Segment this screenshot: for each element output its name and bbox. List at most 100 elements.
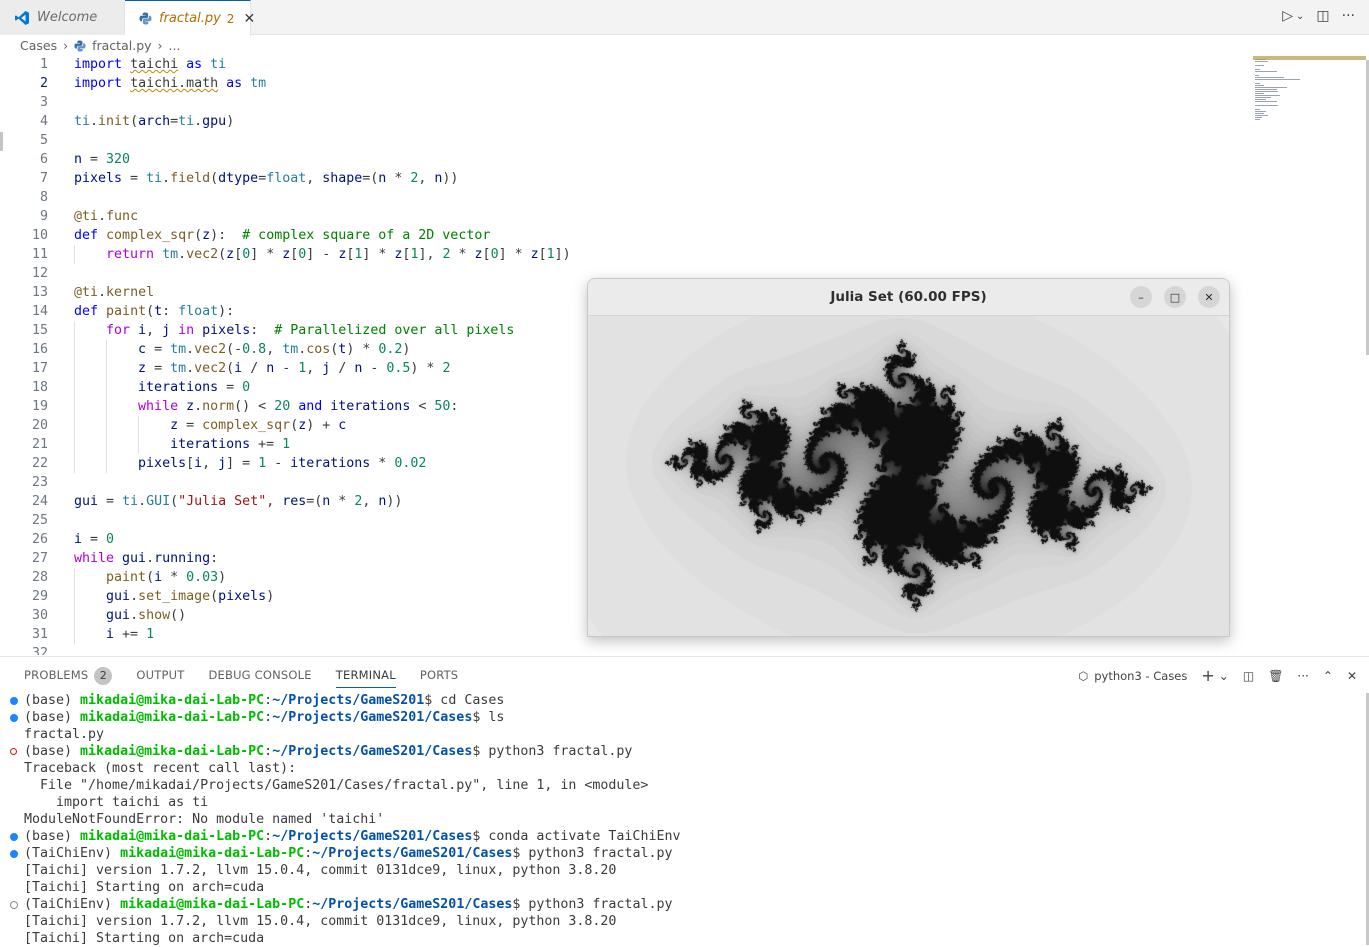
code-token: gui — [106, 608, 131, 623]
julia-set-window[interactable]: Julia Set (60.00 FPS) – □ ✕ — [587, 278, 1230, 637]
trash-icon[interactable]: 🗑 — [1268, 669, 1283, 683]
code-token: running — [154, 551, 211, 566]
terminal-selector[interactable]: ⬡ python3 - Cases — [1078, 669, 1187, 683]
line-number: 30 — [31, 608, 48, 623]
chevron-right-icon: › — [63, 38, 69, 53]
code-token: , — [306, 361, 323, 376]
tab-debug-console[interactable]: DEBUG CONSOLE — [208, 665, 311, 687]
chevron-down-icon[interactable]: ⌄ — [1219, 669, 1229, 683]
code-token: iterations — [170, 437, 251, 452]
code-token: ( — [170, 494, 179, 509]
close-button[interactable]: ✕ — [1198, 286, 1220, 308]
code-token: while — [74, 551, 115, 566]
tab-output[interactable]: OUTPUT — [136, 665, 184, 687]
code-token: () — [170, 608, 187, 623]
python-file-icon — [74, 39, 86, 52]
indent-guide — [74, 321, 75, 473]
minimap-slider[interactable] — [1253, 56, 1366, 60]
code-token: = — [218, 380, 243, 395]
tab-label: Welcome — [37, 10, 98, 25]
split-terminal-icon[interactable]: ◫ — [1243, 669, 1254, 683]
code-token: field — [170, 171, 211, 186]
code-token: i — [234, 361, 243, 376]
minimap[interactable] — [1253, 55, 1369, 655]
code-token: iterations — [138, 380, 219, 395]
window-titlebar[interactable]: Julia Set (60.00 FPS) – □ ✕ — [588, 279, 1229, 316]
breadcrumb-more[interactable]: ... — [169, 38, 181, 53]
code-token: 0 — [490, 247, 499, 262]
command-status-icon[interactable] — [10, 850, 18, 858]
terminal-output[interactable]: (base) mikadai@mika-dai-Lab-PC:~/Project… — [0, 691, 1369, 947]
tab-terminal[interactable]: TERMINAL — [335, 665, 396, 688]
line-number: 11 — [31, 247, 48, 262]
minimap-line — [1255, 69, 1260, 70]
new-terminal-icon[interactable]: + — [1201, 666, 1214, 685]
more-actions-icon[interactable]: ··· — [1297, 669, 1308, 683]
code-token: gui — [122, 551, 147, 566]
terminal-text: [Taichi] Starting on arch=cuda — [24, 880, 265, 895]
close-panel-icon[interactable]: ✕ — [1347, 669, 1357, 683]
code-token: 1 — [258, 456, 267, 471]
code-token: 1 — [146, 627, 155, 642]
minimap-line — [1255, 79, 1300, 80]
terminal-line: (TaiChiEnv) mikadai@mika-dai-Lab-PC:~/Pr… — [24, 896, 672, 913]
code-token: 320 — [106, 152, 131, 167]
code-token: vec2 — [194, 361, 227, 376]
terminal-text: : — [264, 744, 273, 759]
minimap-line — [1255, 101, 1277, 102]
tab-problems[interactable]: PROBLEMS 2 — [24, 665, 113, 687]
code-token: kernel — [106, 285, 155, 300]
terminal-text: mikadai@mika-dai-Lab-PC — [120, 846, 305, 861]
minimize-button[interactable]: – — [1130, 286, 1152, 308]
line-number: 3 — [39, 95, 48, 110]
terminal-text: (base) — [24, 710, 81, 725]
minimap-line — [1255, 87, 1288, 88]
code-token: * — [450, 247, 475, 262]
code-token: = — [146, 361, 171, 376]
command-status-icon[interactable] — [10, 901, 18, 909]
close-icon[interactable]: ✕ — [243, 11, 255, 27]
code-token: i — [138, 323, 147, 338]
run-icon[interactable]: ▷ — [1282, 8, 1293, 24]
tab-ports[interactable]: PORTS — [420, 665, 458, 687]
code-token: . — [194, 114, 203, 129]
terminal-text: mikadai@mika-dai-Lab-PC — [80, 693, 265, 708]
breadcrumb-folder[interactable]: Cases — [20, 38, 57, 53]
breadcrumb-file[interactable]: fractal.py — [92, 38, 151, 53]
line-number: 4 — [39, 114, 48, 129]
code-token: 20 — [274, 399, 291, 414]
command-status-icon[interactable] — [10, 833, 18, 841]
split-editor-icon[interactable]: ◫ — [1316, 8, 1329, 24]
code-token: * — [330, 494, 355, 509]
code-token: ) + — [306, 418, 339, 433]
line-number: 14 — [31, 304, 48, 319]
command-status-icon[interactable] — [10, 714, 18, 722]
code-token: ) * — [346, 342, 379, 357]
command-status-icon[interactable] — [10, 697, 18, 705]
command-status-icon[interactable] — [10, 748, 17, 755]
code-token: = — [146, 342, 171, 357]
code-token: as — [186, 57, 203, 72]
code-text: pixels = ti.field(dtype=float, shape=(n … — [74, 169, 458, 188]
tab-label: OUTPUT — [136, 668, 185, 682]
chevron-down-icon[interactable]: ⌄ — [1296, 11, 1304, 24]
code-token: float — [266, 171, 307, 186]
terminal-text: $ ls — [472, 710, 505, 725]
code-text: n = 320 — [74, 150, 130, 169]
tab-fractal-py[interactable]: fractal.py 2 ✕ — [125, 0, 255, 36]
maximize-panel-icon[interactable]: ⌃ — [1323, 669, 1333, 683]
code-token: @ti — [74, 209, 99, 224]
code-token: z — [170, 418, 179, 433]
more-actions-icon[interactable]: ··· — [1342, 8, 1355, 24]
code-text: z = tm.vec2(i / n - 1, j / n - 0.5) * 2 — [74, 359, 450, 378]
maximize-button[interactable]: □ — [1164, 286, 1186, 308]
tab-label: TERMINAL — [335, 668, 396, 682]
code-token: return — [106, 247, 155, 262]
minimap-line — [1255, 115, 1268, 116]
tab-welcome[interactable]: Welcome — [0, 0, 125, 35]
